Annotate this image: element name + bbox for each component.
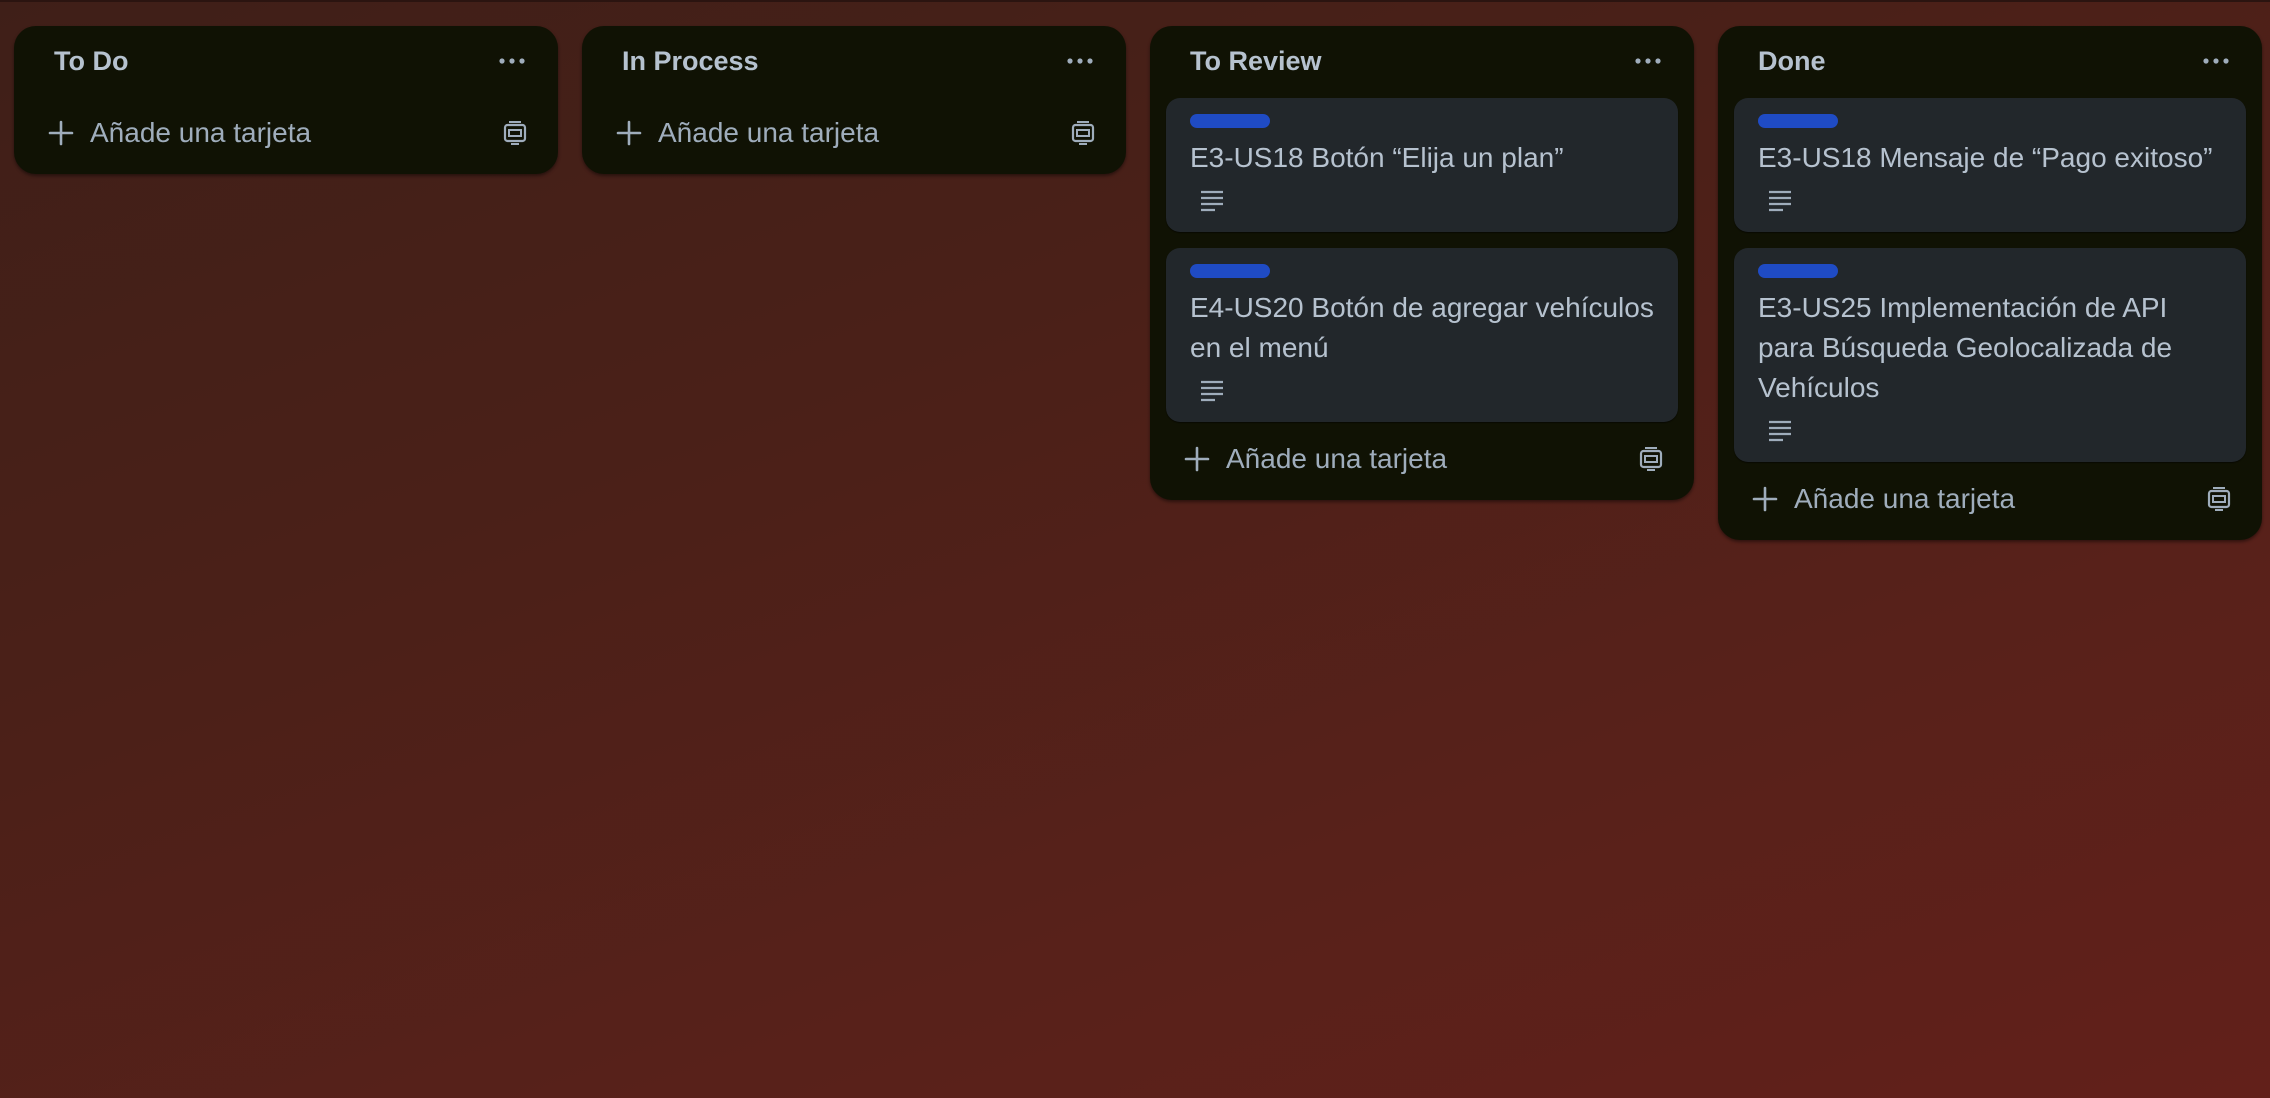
- list-to-review: To Review E3-US18 Botón “Elija un plan” …: [1150, 26, 1694, 500]
- card-list: E3-US18 Mensaje de “Pago exitoso” E3-US2…: [1718, 96, 2262, 462]
- card-title: E3-US18 Mensaje de “Pago exitoso”: [1758, 142, 2213, 173]
- card-template-icon[interactable]: [502, 120, 528, 146]
- add-card-label: Añade una tarjeta: [1226, 443, 1448, 474]
- plus-icon: [1184, 446, 1210, 472]
- more-horizontal-icon[interactable]: [2196, 41, 2236, 81]
- description-icon: [1200, 380, 1654, 402]
- add-card-group: Añade una tarjeta: [1752, 483, 2015, 515]
- card-title: E3-US25 Implementación de API para Búsqu…: [1758, 292, 2173, 403]
- card-list: E3-US18 Botón “Elija un plan” E4-US20 Bo…: [1150, 96, 1694, 422]
- card-badges: [1190, 380, 1654, 404]
- card-badges: [1190, 190, 1654, 214]
- list-title[interactable]: Done: [1758, 46, 1826, 77]
- card[interactable]: E3-US18 Botón “Elija un plan”: [1166, 98, 1678, 232]
- add-card-label: Añade una tarjeta: [1794, 483, 2016, 514]
- add-card-group: Añade una tarjeta: [616, 117, 879, 149]
- board: To Do Añade una tarjeta In Process Añade…: [14, 26, 2262, 540]
- list-done: Done E3-US18 Mensaje de “Pago exitoso” E…: [1718, 26, 2262, 540]
- card-template-icon[interactable]: [2206, 486, 2232, 512]
- add-card-label: Añade una tarjeta: [658, 117, 880, 148]
- add-card-label: Añade una tarjeta: [90, 117, 312, 148]
- card-template-icon[interactable]: [1070, 120, 1096, 146]
- add-card-button[interactable]: Añade una tarjeta: [582, 102, 1126, 164]
- list-header: To Review: [1150, 26, 1694, 96]
- description-icon: [1768, 420, 2222, 442]
- card-template-icon[interactable]: [1638, 446, 1664, 472]
- card[interactable]: E3-US25 Implementación de API para Búsqu…: [1734, 248, 2246, 462]
- more-horizontal-icon[interactable]: [1628, 41, 1668, 81]
- card-badges: [1758, 420, 2222, 444]
- plus-icon: [616, 120, 642, 146]
- list-header: Done: [1718, 26, 2262, 96]
- card-label-blue[interactable]: [1190, 114, 1270, 128]
- card-label-blue[interactable]: [1758, 114, 1838, 128]
- description-icon: [1200, 190, 1654, 212]
- description-icon: [1768, 190, 2222, 212]
- add-card-group: Añade una tarjeta: [1184, 443, 1447, 475]
- add-card-button[interactable]: Añade una tarjeta: [14, 102, 558, 164]
- card-title: E4-US20 Botón de agregar vehículos en el…: [1190, 292, 1654, 363]
- plus-icon: [1752, 486, 1778, 512]
- add-card-group: Añade una tarjeta: [48, 117, 311, 149]
- more-horizontal-icon[interactable]: [1060, 41, 1100, 81]
- list-in-process: In Process Añade una tarjeta: [582, 26, 1126, 174]
- list-title[interactable]: In Process: [622, 46, 759, 77]
- top-border: [0, 0, 2270, 2]
- card-title: E3-US18 Botón “Elija un plan”: [1190, 142, 1564, 173]
- list-to-do: To Do Añade una tarjeta: [14, 26, 558, 174]
- add-card-button[interactable]: Añade una tarjeta: [1718, 468, 2262, 530]
- list-title[interactable]: To Do: [54, 46, 128, 77]
- list-header: In Process: [582, 26, 1126, 96]
- card-label-blue[interactable]: [1190, 264, 1270, 278]
- add-card-button[interactable]: Añade una tarjeta: [1150, 428, 1694, 490]
- list-header: To Do: [14, 26, 558, 96]
- plus-icon: [48, 120, 74, 146]
- card-label-blue[interactable]: [1758, 264, 1838, 278]
- more-horizontal-icon[interactable]: [492, 41, 532, 81]
- list-title[interactable]: To Review: [1190, 46, 1322, 77]
- card[interactable]: E4-US20 Botón de agregar vehículos en el…: [1166, 248, 1678, 422]
- card-badges: [1758, 190, 2222, 214]
- card[interactable]: E3-US18 Mensaje de “Pago exitoso”: [1734, 98, 2246, 232]
